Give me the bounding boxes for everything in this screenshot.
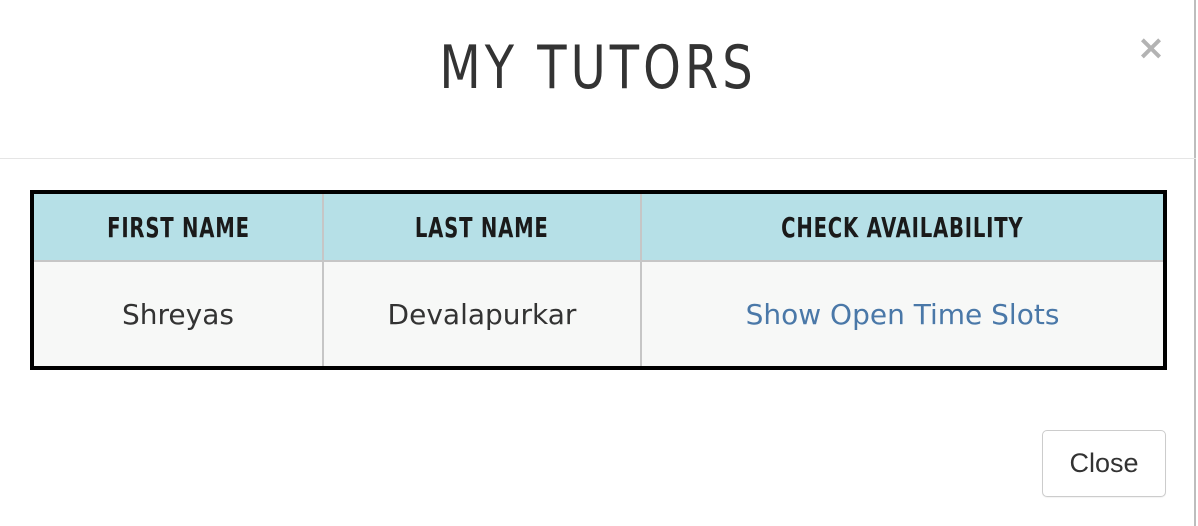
table-row: Shreyas Devalapurkar Show Open Time Slot… bbox=[34, 261, 1163, 366]
tutors-table: FIRST NAME LAST NAME CHECK AVAILABILITY … bbox=[34, 194, 1163, 366]
cell-availability: Show Open Time Slots bbox=[641, 261, 1163, 366]
tutors-table-container: FIRST NAME LAST NAME CHECK AVAILABILITY … bbox=[30, 190, 1167, 370]
cell-first-name: Shreyas bbox=[34, 261, 324, 366]
modal-dialog: MY TUTORS × FIRST NAME LAST NAME CHECK A… bbox=[0, 0, 1196, 526]
column-header-last-name: LAST NAME bbox=[323, 194, 642, 262]
table-header-row: FIRST NAME LAST NAME CHECK AVAILABILITY bbox=[34, 194, 1163, 262]
modal-header: MY TUTORS × bbox=[0, 0, 1196, 159]
close-icon[interactable]: × bbox=[1136, 28, 1166, 68]
column-header-check-availability: CHECK AVAILABILITY bbox=[641, 194, 1163, 262]
show-open-time-slots-link[interactable]: Show Open Time Slots bbox=[746, 298, 1060, 331]
cell-last-name: Devalapurkar bbox=[323, 261, 642, 366]
column-header-first-name: FIRST NAME bbox=[34, 194, 324, 262]
modal-title: MY TUTORS bbox=[439, 33, 757, 103]
close-button[interactable]: Close bbox=[1042, 430, 1166, 497]
